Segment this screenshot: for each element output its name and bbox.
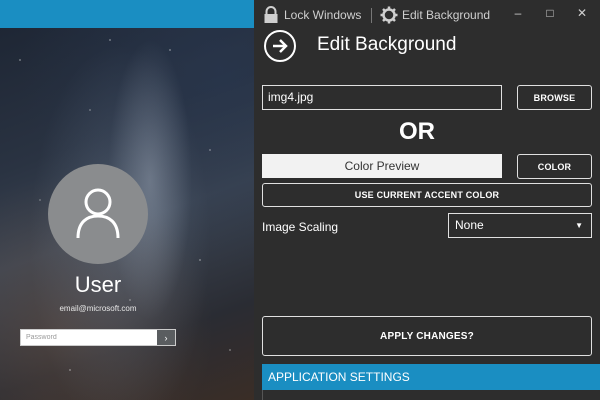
- user-name: User: [74, 272, 122, 297]
- application-settings-header[interactable]: APPLICATION SETTINGS: [262, 364, 600, 390]
- password-input[interactable]: [21, 330, 157, 345]
- image-scaling-select[interactable]: None ▼: [448, 213, 592, 238]
- image-file-field[interactable]: img4.jpg: [262, 85, 502, 110]
- titlebar-separator: [371, 8, 372, 23]
- page-title: Edit Background: [317, 34, 457, 55]
- chevron-right-icon: ›: [164, 332, 168, 343]
- lock-screen-preview: User email@microsoft.com ›: [0, 0, 254, 400]
- lock-windows-button[interactable]: Lock Windows: [262, 6, 361, 24]
- edit-panel: Lock Windows Edit Background – □ ✕ Edit …: [254, 0, 600, 400]
- avatar: [48, 164, 148, 264]
- color-preview-swatch: Color Preview: [262, 154, 502, 178]
- title-bar: Lock Windows Edit Background – □ ✕: [254, 0, 600, 30]
- user-icon: [76, 188, 120, 239]
- minimize-button[interactable]: –: [509, 6, 527, 20]
- back-button[interactable]: [264, 30, 296, 62]
- use-accent-color-button[interactable]: USE CURRENT ACCENT COLOR: [262, 183, 592, 207]
- password-box: ›: [20, 329, 176, 346]
- image-scaling-label: Image Scaling: [262, 220, 339, 234]
- lock-icon: [264, 6, 278, 23]
- maximize-button[interactable]: □: [541, 6, 559, 20]
- edit-background-label: Edit Background: [402, 8, 491, 22]
- lock-windows-label: Lock Windows: [284, 8, 362, 22]
- caret-down-icon: ▼: [575, 221, 583, 230]
- user-email: email@microsoft.com: [59, 304, 137, 313]
- or-divider-text: OR: [399, 118, 435, 145]
- apply-changes-button[interactable]: APPLY CHANGES?: [262, 316, 592, 356]
- gear-icon: [380, 6, 398, 24]
- color-button[interactable]: COLOR: [517, 154, 592, 179]
- close-button[interactable]: ✕: [573, 6, 591, 20]
- preview-top-bar: [0, 0, 254, 28]
- page-header: Edit Background: [264, 30, 456, 62]
- browse-button[interactable]: BROWSE: [517, 85, 592, 110]
- image-scaling-value: None: [455, 218, 484, 232]
- password-submit-button[interactable]: ›: [157, 330, 175, 345]
- application-settings-body: [262, 390, 600, 400]
- edit-background-button[interactable]: Edit Background: [380, 6, 490, 24]
- arrow-right-icon: [273, 39, 288, 53]
